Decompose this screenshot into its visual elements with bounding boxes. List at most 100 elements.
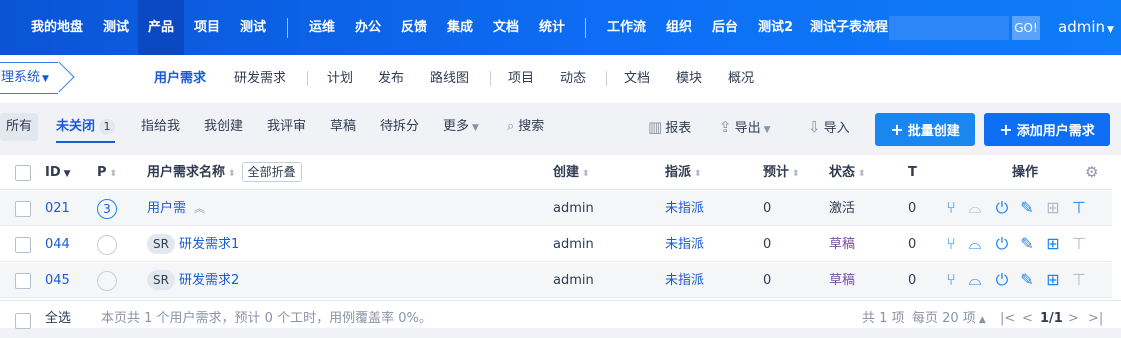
import-button[interactable]: ⇩ 导入	[808, 113, 850, 141]
tab-roadmap[interactable]: 路线图	[430, 55, 469, 103]
filter-unclosed[interactable]: 未关闭 1	[56, 113, 116, 143]
filter-all[interactable]: 所有	[0, 113, 38, 141]
table-row[interactable]: 021 3 用户需 ︽ admin 未指派 0 激活 0 ⑂ ⌓ ⏻ ✎ ⊞ ⊤	[0, 191, 1112, 226]
edit-icon[interactable]: ✎	[1018, 199, 1036, 217]
batch-icon[interactable]: ⊞	[1044, 235, 1062, 253]
gear-icon[interactable]: ⚙	[1085, 155, 1098, 190]
nav-test[interactable]: 测试	[103, 0, 129, 55]
nav-my-dashboard[interactable]: 我的地盘	[31, 0, 83, 55]
tab-dynamics[interactable]: 动态	[560, 55, 586, 103]
split-icon[interactable]: ⑂	[942, 199, 960, 217]
nav-test2[interactable]: 测试2	[758, 0, 793, 55]
col-creator[interactable]: 创建 ⬍	[553, 155, 590, 190]
filter-draft[interactable]: 草稿	[330, 113, 356, 141]
tab-docs[interactable]: 文档	[624, 55, 650, 103]
row-name-link[interactable]: 用户需	[147, 201, 186, 216]
row-id[interactable]: 045	[45, 263, 70, 298]
nav-integration[interactable]: 集成	[447, 0, 473, 55]
nav-admin[interactable]: 后台	[712, 0, 738, 55]
nav-qa[interactable]: 测试	[240, 0, 266, 55]
nav-stats[interactable]: 统计	[539, 0, 565, 55]
last-page-icon[interactable]: >|	[1088, 301, 1103, 329]
subdivide-icon[interactable]: ⊤	[1070, 199, 1088, 217]
split-icon[interactable]: ⑂	[942, 235, 960, 253]
batch-icon[interactable]: ⊞	[1044, 271, 1062, 289]
nav-ops[interactable]: 运维	[309, 0, 335, 55]
row-name[interactable]: SR 研发需求1	[147, 227, 239, 262]
nav-office[interactable]: 办公	[355, 0, 381, 55]
search-toggle[interactable]: ⌕ 搜索	[507, 113, 544, 141]
fold-all-button[interactable]: 全部折叠	[241, 162, 302, 182]
col-name[interactable]: 用户需求名称 ⬍ 全部折叠	[147, 155, 302, 190]
tab-project[interactable]: 项目	[508, 55, 534, 103]
select-all-checkbox-footer[interactable]	[15, 313, 31, 329]
report-button[interactable]: ▥ 报表	[648, 113, 691, 141]
nav-project[interactable]: 项目	[194, 0, 220, 55]
filter-assigned-to-me[interactable]: 指给我	[141, 113, 180, 141]
row-name-link[interactable]: 研发需求2	[179, 273, 239, 288]
edit-icon[interactable]: ✎	[1018, 271, 1036, 289]
row-estimate: 0	[763, 237, 772, 252]
row-assigned[interactable]: 未指派	[665, 227, 704, 262]
prev-page-icon[interactable]: <	[1022, 301, 1033, 329]
row-id[interactable]: 021	[45, 191, 70, 226]
row-assigned[interactable]: 未指派	[665, 263, 704, 298]
select-all-label[interactable]: 全选	[45, 301, 71, 329]
close-icon[interactable]: ⏻	[993, 271, 1011, 289]
product-switcher[interactable]: 理系统 ▼	[0, 62, 58, 94]
row-checkbox[interactable]	[15, 201, 31, 217]
per-page-select[interactable]: 每页 20 项 ▲	[912, 301, 986, 329]
review-icon[interactable]: ⌓	[966, 271, 984, 289]
col-id-label: ID	[45, 165, 61, 180]
table-row[interactable]: 044 SR 研发需求1 admin 未指派 0 草稿 0 ⑂ ⌓ ⏻ ✎ ⊞ ⊤	[0, 227, 1112, 262]
row-name[interactable]: 用户需 ︽	[147, 191, 205, 226]
review-icon: ⌓	[968, 198, 982, 217]
col-assigned[interactable]: 指派 ⬍	[665, 155, 702, 190]
tab-dev-requirements[interactable]: 研发需求	[234, 55, 286, 103]
nav-separator	[585, 18, 586, 38]
select-all-checkbox[interactable]	[15, 165, 31, 181]
export-button[interactable]: ⇪ 导出 ▼	[719, 113, 771, 141]
col-estimate[interactable]: 预计 ⬍	[763, 155, 800, 190]
collapse-icon[interactable]: ︽	[194, 202, 205, 215]
first-page-icon[interactable]: |<	[1000, 301, 1015, 329]
row-name-link[interactable]: 研发需求1	[179, 237, 239, 252]
tab-overview[interactable]: 概况	[728, 55, 754, 103]
global-search-input[interactable]	[889, 16, 1009, 40]
nav-org[interactable]: 组织	[666, 0, 692, 55]
row-id[interactable]: 044	[45, 227, 70, 262]
nav-workflow[interactable]: 工作流	[607, 0, 646, 55]
review-icon[interactable]: ⌓	[966, 235, 984, 253]
col-t[interactable]: T	[908, 155, 917, 190]
edit-icon[interactable]: ✎	[1018, 235, 1036, 253]
nav-subtable-flow[interactable]: 测试子表流程	[810, 0, 888, 55]
col-status[interactable]: 状态 ⬍	[829, 155, 866, 190]
table-row[interactable]: 045 SR 研发需求2 admin 未指派 0 草稿 0 ⑂ ⌓ ⏻ ✎ ⊞ ⊤	[0, 263, 1112, 298]
tab-plan[interactable]: 计划	[327, 55, 353, 103]
plus-icon: +	[890, 120, 904, 139]
row-name[interactable]: SR 研发需求2	[147, 263, 239, 298]
col-priority[interactable]: P ⬍	[97, 155, 117, 190]
row-assigned[interactable]: 未指派	[665, 191, 704, 226]
nav-feedback[interactable]: 反馈	[401, 0, 427, 55]
filter-to-split[interactable]: 待拆分	[380, 113, 419, 141]
split-icon[interactable]: ⑂	[942, 271, 960, 289]
search-go-button[interactable]: GO!	[1012, 16, 1040, 40]
filter-reviewed-by-me[interactable]: 我评审	[267, 113, 306, 141]
next-page-icon[interactable]: >	[1068, 301, 1079, 329]
user-menu[interactable]: admin ▼	[1058, 0, 1114, 55]
filter-created-by-me[interactable]: 我创建	[204, 113, 243, 141]
filter-more[interactable]: 更多 ▼	[443, 113, 479, 141]
nav-product[interactable]: 产品	[138, 0, 185, 55]
nav-docs[interactable]: 文档	[493, 0, 519, 55]
close-icon[interactable]: ⏻	[993, 199, 1011, 217]
add-user-requirement-button[interactable]: + 添加用户需求	[984, 113, 1110, 146]
close-icon[interactable]: ⏻	[993, 235, 1011, 253]
tab-release[interactable]: 发布	[378, 55, 404, 103]
batch-create-button[interactable]: + 批量创建	[875, 113, 975, 146]
tab-user-requirements[interactable]: 用户需求	[154, 55, 206, 103]
row-checkbox[interactable]	[15, 237, 31, 253]
tab-modules[interactable]: 模块	[676, 55, 702, 103]
row-checkbox[interactable]	[15, 273, 31, 289]
col-id[interactable]: ID ▼	[45, 155, 71, 190]
